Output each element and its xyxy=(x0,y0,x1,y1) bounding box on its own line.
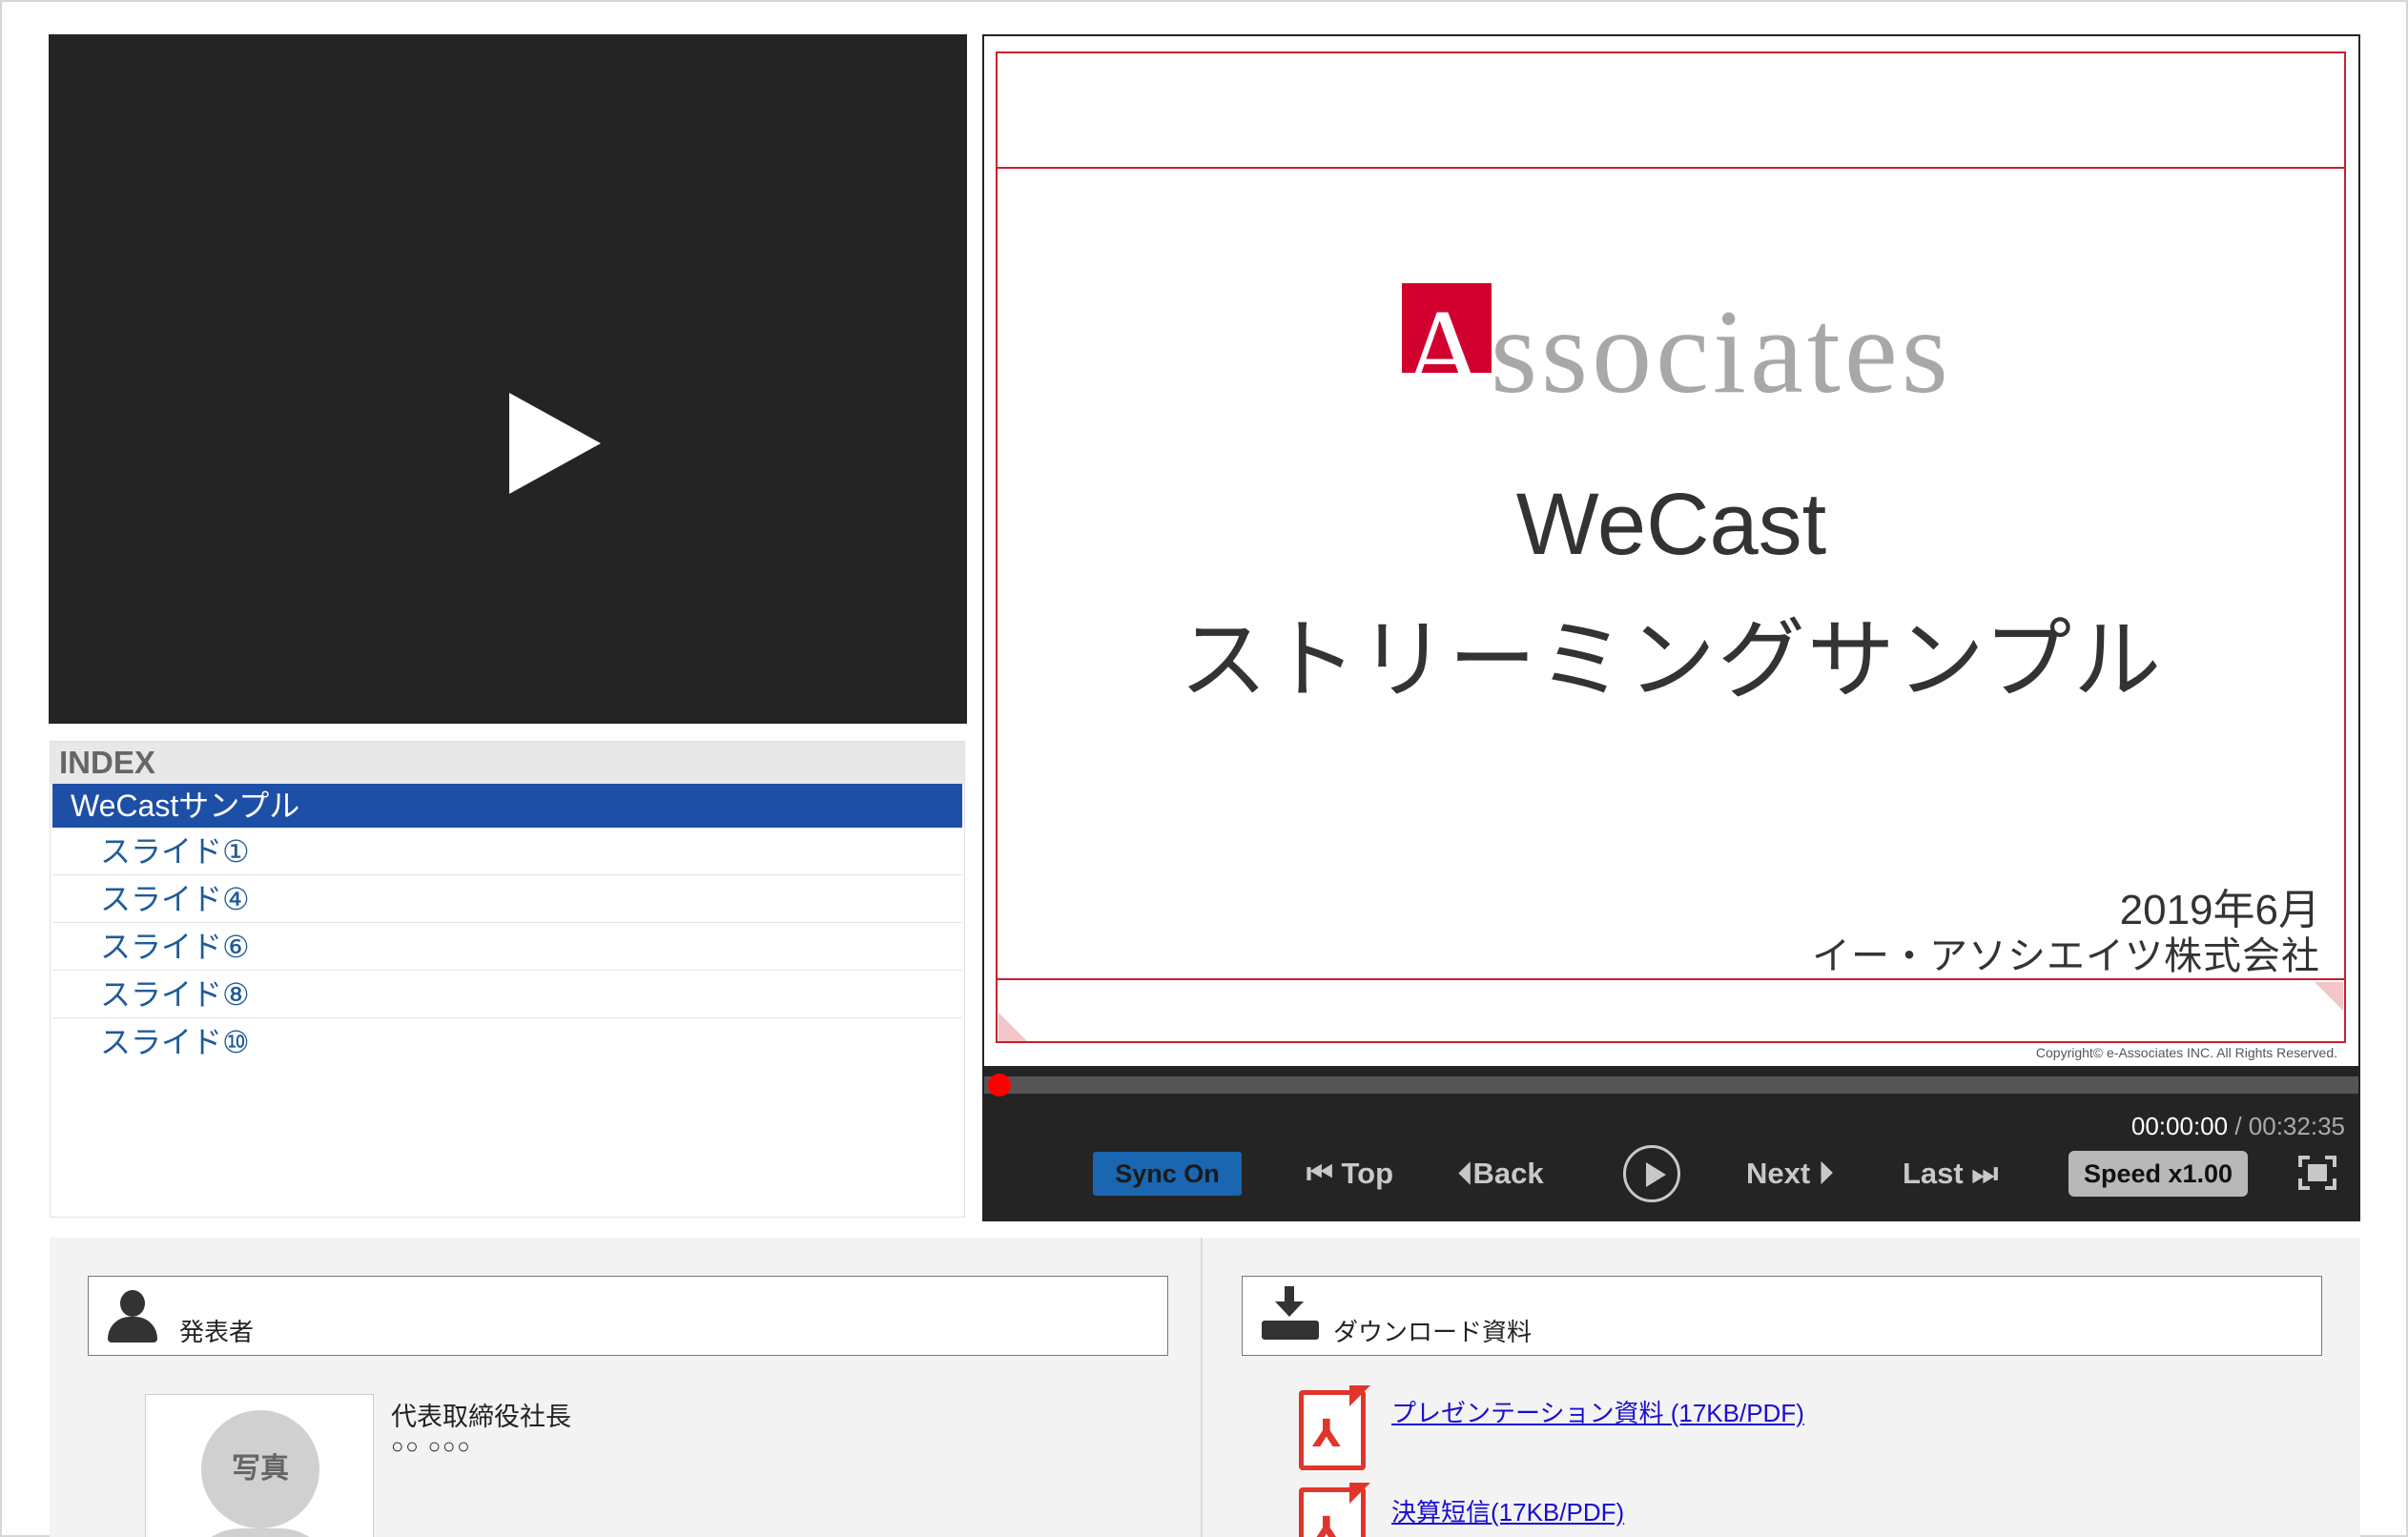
logo-letter-a: A xyxy=(1400,286,1491,419)
time-separator: / xyxy=(2228,1112,2249,1140)
download-link-financial-summary[interactable]: 決算短信(17KB/PDF) xyxy=(1391,1493,1624,1528)
progress-handle[interactable] xyxy=(988,1074,1011,1096)
pdf-icon[interactable]: ⅄ xyxy=(1299,1385,1370,1470)
index-item-slide-8[interactable]: スライド⑧ xyxy=(52,971,962,1018)
index-item-wecast-sample[interactable]: WeCastサンプル xyxy=(52,784,962,828)
panel-divider xyxy=(1201,1238,1203,1537)
presenter-heading: 発表者 xyxy=(179,1318,255,1346)
presenter-header: 発表者 xyxy=(88,1276,1168,1356)
speed-button[interactable]: Speed x1.00 xyxy=(2068,1151,2248,1197)
last-button[interactable]: Last ⏭ xyxy=(1903,1142,1998,1205)
player-controls: Sync On ⏮ Top ⏴Back Next ⏵ Last ⏭ Speed … xyxy=(984,1142,2358,1205)
associates-logo: Associates xyxy=(1400,267,1952,439)
play-icon[interactable] xyxy=(509,393,601,494)
time-current: 00:00:00 xyxy=(2130,1112,2229,1140)
index-item-slide-10[interactable]: スライド⑩ xyxy=(52,1018,962,1066)
slide-viewer: Associates WeCast ストリーミングサンプル 2019年6月 イー… xyxy=(982,34,2360,1221)
index-header: INDEX xyxy=(51,742,964,784)
download-link-presentation[interactable]: プレゼンテーション資料 (17KB/PDF) xyxy=(1391,1394,1804,1429)
progress-bar[interactable] xyxy=(984,1076,2358,1094)
pdf-icon[interactable]: ⅄ xyxy=(1299,1483,1370,1537)
slide-divider-top xyxy=(996,167,2346,169)
presenter-photo: 写真 xyxy=(145,1394,374,1537)
photo-placeholder: 写真 xyxy=(201,1410,319,1528)
next-button[interactable]: Next ⏵ xyxy=(1746,1142,1833,1205)
index-item-slide-1[interactable]: スライド① xyxy=(52,828,962,875)
index-item-slide-4[interactable]: スライド④ xyxy=(52,875,962,923)
slide-corner-decoration xyxy=(2315,982,2343,1011)
logo-text-rest: ssociates xyxy=(1491,286,1952,419)
video-player[interactable] xyxy=(49,34,967,724)
sync-on-button[interactable]: Sync On xyxy=(1093,1152,1242,1196)
info-area: 発表者 ダウンロード資料 写真 代表取締役社長 ○○ ○○○ ⅄ プレゼンテーシ… xyxy=(50,1238,2360,1537)
time-display: 00:00:00 / 00:32:35 xyxy=(2131,1112,2345,1141)
time-total: 00:32:35 xyxy=(2248,1112,2345,1140)
back-button[interactable]: ⏴Back xyxy=(1458,1142,1544,1205)
slide: Associates WeCast ストリーミングサンプル 2019年6月 イー… xyxy=(984,36,2358,1066)
index-item-slide-6[interactable]: スライド⑥ xyxy=(52,923,962,971)
presenter-role: 代表取締役社長 xyxy=(391,1403,571,1431)
photo-placeholder-body xyxy=(184,1528,337,1537)
top-button[interactable]: ⏮ Top xyxy=(1307,1142,1393,1205)
slide-title-line-2: ストリーミングサンプル xyxy=(1179,612,2164,709)
fullscreen-icon[interactable] xyxy=(2298,1156,2336,1190)
slide-corner-decoration xyxy=(998,1013,1027,1041)
play-icon xyxy=(1646,1162,1666,1187)
play-button[interactable] xyxy=(1623,1145,1680,1202)
slide-company: イー・アソシエイツ株式会社 xyxy=(1812,935,2320,977)
slide-title-line-1: WeCast xyxy=(1515,476,1827,573)
download-icon xyxy=(1262,1286,1319,1343)
download-heading: ダウンロード資料 xyxy=(1333,1318,1533,1346)
presenter-name: ○○ ○○○ xyxy=(391,1434,472,1458)
index-panel: INDEX WeCastサンプル スライド① スライド④ スライド⑥ スライド⑧… xyxy=(50,741,965,1218)
download-header: ダウンロード資料 xyxy=(1242,1276,2322,1356)
person-icon xyxy=(108,1290,157,1343)
slide-copyright: Copyright© e-Associates INC. All Rights … xyxy=(2035,1045,2337,1060)
